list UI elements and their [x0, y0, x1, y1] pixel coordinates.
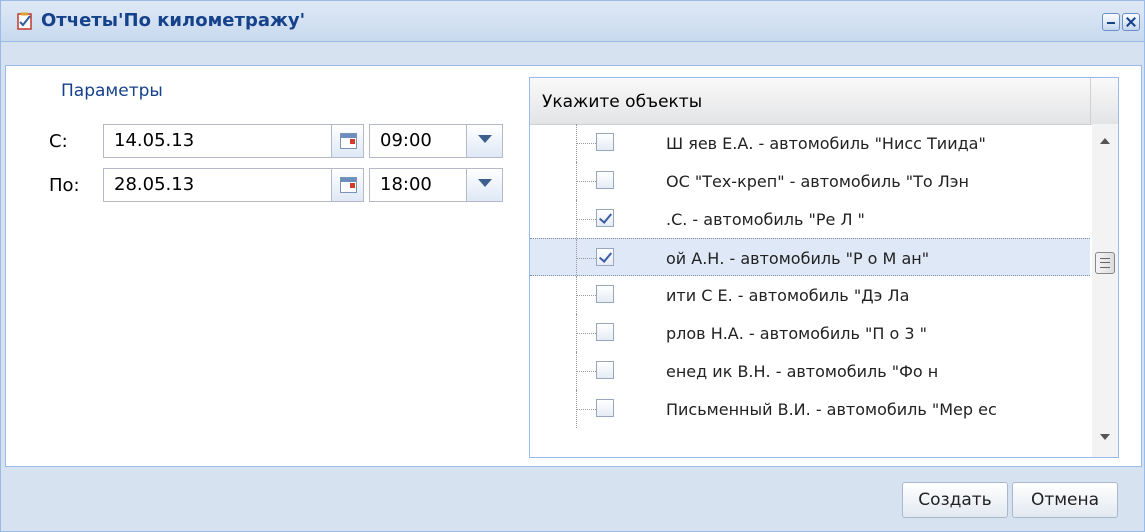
object-checkbox[interactable] — [596, 248, 614, 266]
objects-scrollbar[interactable] — [1092, 124, 1118, 457]
list-item[interactable]: енед ик В.Н. - автомобиль "Фо н — [530, 352, 1090, 390]
report-dialog: Отчеты'По километражу' Параметры С: 14.0… — [0, 0, 1145, 532]
objects-grid: Укажите объекты Ш яев Е.А. - автомобиль … — [529, 77, 1119, 458]
create-button[interactable]: Создать — [902, 482, 1008, 518]
scroll-thumb[interactable] — [1095, 252, 1115, 274]
scroll-up-icon[interactable] — [1100, 138, 1110, 144]
from-time-field[interactable]: 09:00 — [369, 124, 467, 158]
to-time-dropdown-button[interactable] — [467, 168, 503, 202]
list-item-selected[interactable]: ой А.Н. - автомобиль "Р о М ан" — [530, 238, 1090, 276]
list-item[interactable]: .С. - автомобиль "Ре Л " — [530, 200, 1090, 238]
report-icon — [17, 12, 32, 30]
scroll-down-icon[interactable] — [1100, 434, 1110, 440]
tree-line — [576, 143, 596, 144]
minimize-icon[interactable] — [1102, 13, 1120, 31]
from-date-field[interactable]: 14.05.13 — [103, 124, 332, 158]
object-checkbox[interactable] — [596, 285, 614, 303]
dialog-title: Отчеты'По километражу' — [41, 10, 306, 31]
list-item[interactable]: ити С Е. - автомобиль "Дэ Ла — [530, 276, 1090, 314]
object-checkbox[interactable] — [596, 361, 614, 379]
object-checkbox[interactable] — [596, 209, 614, 227]
dialog-titlebar[interactable]: Отчеты'По километражу' — [1, 1, 1144, 42]
tree-line — [576, 371, 596, 372]
list-item[interactable]: ОС "Тех-креп" - автомобиль "То Лэн — [530, 162, 1090, 200]
params-legend: Параметры — [61, 81, 163, 101]
list-item[interactable]: Ш яев Е.А. - автомобиль "Нисс Тиида" — [530, 124, 1090, 162]
object-label: ОС "Тех-креп" - автомобиль "То Лэн — [666, 172, 969, 191]
object-checkbox[interactable] — [596, 171, 614, 189]
object-label: ой А.Н. - автомобиль "Р о М ан" — [666, 249, 930, 268]
to-date-field[interactable]: 28.05.13 — [103, 168, 332, 202]
to-label: По: — [49, 175, 80, 196]
list-item[interactable]: рлов Н.А. - автомобиль "П о 3 " — [530, 314, 1090, 352]
object-checkbox[interactable] — [596, 323, 614, 341]
tree-line — [576, 181, 596, 182]
header-divider — [1090, 78, 1091, 124]
chevron-down-icon — [478, 135, 492, 143]
object-label: ити С Е. - автомобиль "Дэ Ла — [666, 286, 910, 305]
from-label: С: — [49, 131, 68, 152]
object-checkbox[interactable] — [596, 133, 614, 151]
tree-line — [576, 295, 596, 296]
objects-header-label: Укажите объекты — [542, 92, 703, 112]
object-checkbox[interactable] — [596, 399, 614, 417]
tree-line — [576, 333, 596, 334]
tree-line — [576, 258, 596, 259]
objects-grid-header[interactable]: Укажите объекты — [530, 78, 1118, 125]
object-label: Ш яев Е.А. - автомобиль "Нисс Тиида" — [666, 134, 986, 153]
tree-line — [576, 219, 596, 220]
calendar-icon — [340, 133, 357, 149]
close-icon[interactable] — [1122, 13, 1140, 31]
object-label: енед ик В.Н. - автомобиль "Фо н — [666, 362, 939, 381]
object-label: Письменный В.И. - автомобиль "Мер ес — [666, 400, 997, 419]
tree-line — [576, 409, 596, 410]
cancel-button[interactable]: Отмена — [1012, 482, 1118, 518]
from-date-picker-button[interactable] — [332, 124, 364, 158]
object-label: рлов Н.А. - автомобиль "П о 3 " — [666, 324, 927, 343]
to-date-picker-button[interactable] — [332, 168, 364, 202]
to-time-field[interactable]: 18:00 — [369, 168, 467, 202]
tree-line — [576, 239, 578, 275]
object-label: .С. - автомобиль "Ре Л " — [666, 210, 865, 229]
list-item[interactable]: Письменный В.И. - автомобиль "Мер ес — [530, 390, 1090, 428]
from-time-dropdown-button[interactable] — [467, 124, 503, 158]
calendar-icon — [340, 177, 357, 193]
chevron-down-icon — [478, 179, 492, 187]
